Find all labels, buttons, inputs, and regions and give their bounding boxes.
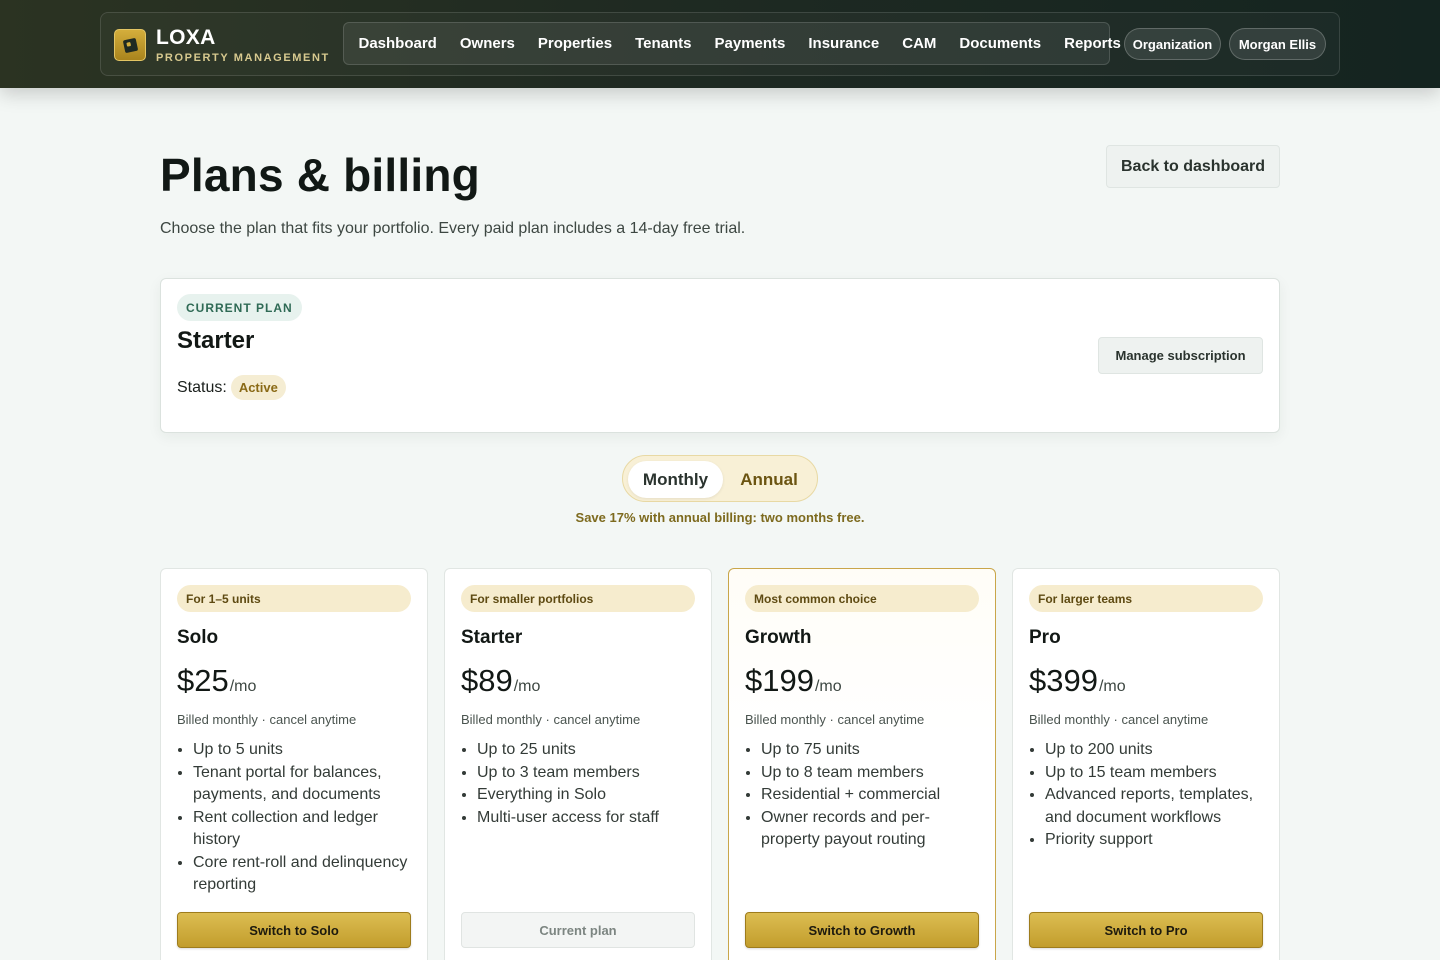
switch-to-pro-button[interactable]: Switch to Pro [1029, 912, 1263, 948]
plan-features: Up to 75 units Up to 8 team members Resi… [761, 739, 987, 852]
status-badge: Active [230, 375, 286, 400]
plan-billing-note: Billed monthly · cancel anytime [177, 712, 357, 727]
plan-features: Up to 5 units Tenant portal for balances… [193, 739, 419, 897]
plan-price: $199 /mo [745, 663, 842, 699]
back-to-dashboard-button[interactable]: Back to dashboard [1106, 145, 1280, 188]
feature-item: Owner records and per-property payout ro… [761, 807, 987, 852]
nav-item-properties[interactable]: Properties [526, 23, 623, 64]
price-period: /mo [1098, 678, 1126, 695]
feature-item: Multi-user access for staff [477, 807, 703, 830]
toggle-annual[interactable]: Annual [723, 461, 815, 498]
feature-item: Core rent-roll and delinquency reporting [193, 852, 419, 897]
plan-card-starter: For smaller portfolios Starter $89 /mo B… [444, 568, 712, 960]
nav-item-tenants[interactable]: Tenants [624, 23, 703, 64]
page-title: Plans & billing [160, 149, 480, 201]
top-navigation-bar: LOXA PROPERTY MANAGEMENT Dashboard Owner… [0, 0, 1440, 88]
price-period: /mo [229, 678, 257, 695]
plan-tag: Most common choice [745, 585, 979, 612]
nav-item-cam[interactable]: CAM [891, 23, 948, 64]
feature-item: Up to 8 team members [761, 762, 987, 785]
brand-logo[interactable]: LOXA PROPERTY MANAGEMENT [114, 25, 330, 64]
nav-item-reports[interactable]: Reports [1053, 23, 1133, 64]
plan-card-solo: For 1–5 units Solo $25 /mo Billed monthl… [160, 568, 428, 960]
current-plan-card: CURRENT PLAN Starter Status: Active Mana… [160, 278, 1280, 433]
plan-billing-note: Billed monthly · cancel anytime [1029, 712, 1209, 727]
feature-item: Up to 25 units [477, 739, 703, 762]
nav-item-owners[interactable]: Owners [448, 23, 526, 64]
logo-icon [114, 29, 146, 61]
plan-name: Starter [461, 627, 523, 648]
toggle-monthly[interactable]: Monthly [628, 461, 723, 498]
manage-subscription-button[interactable]: Manage subscription [1098, 337, 1263, 374]
plan-price: $89 /mo [461, 663, 540, 699]
switch-to-solo-button[interactable]: Switch to Solo [177, 912, 411, 948]
price-period: /mo [513, 678, 541, 695]
plan-billing-note: Billed monthly · cancel anytime [745, 712, 925, 727]
plan-billing-note: Billed monthly · cancel anytime [461, 712, 641, 727]
feature-item: Advanced reports, templates, and documen… [1045, 784, 1271, 829]
plan-tag: For larger teams [1029, 585, 1263, 612]
feature-item: Priority support [1045, 829, 1271, 852]
brand-subtitle: PROPERTY MANAGEMENT [156, 51, 330, 64]
current-plan-button: Current plan [461, 912, 695, 948]
nav-item-documents[interactable]: Documents [948, 23, 1053, 64]
annual-savings-note: Save 17% with annual billing: two months… [575, 510, 865, 525]
feature-item: Residential + commercial [761, 784, 987, 807]
plan-card-growth: Most common choice Growth $199 /mo Bille… [728, 568, 996, 960]
feature-item: Up to 200 units [1045, 739, 1271, 762]
nav-item-dashboard[interactable]: Dashboard [347, 23, 448, 64]
user-menu-button[interactable]: Morgan Ellis [1229, 28, 1326, 60]
plan-price: $399 /mo [1029, 663, 1126, 699]
current-plan-name: Starter [177, 327, 255, 354]
feature-item: Everything in Solo [477, 784, 703, 807]
plan-price: $25 /mo [177, 663, 256, 699]
price-period: /mo [814, 678, 842, 695]
current-plan-label: CURRENT PLAN [177, 294, 302, 321]
brand-name: LOXA [156, 25, 216, 49]
feature-item: Up to 3 team members [477, 762, 703, 785]
page-subtitle: Choose the plan that fits your portfolio… [160, 220, 746, 237]
status-label: Status: [177, 378, 227, 396]
plan-features: Up to 200 units Up to 15 team members Ad… [1045, 739, 1271, 852]
feature-item: Rent collection and ledger history [193, 807, 419, 852]
price-amount: $89 [461, 663, 513, 698]
switch-to-growth-button[interactable]: Switch to Growth [745, 912, 979, 948]
price-amount: $199 [745, 663, 814, 698]
feature-item: Up to 75 units [761, 739, 987, 762]
plan-features: Up to 25 units Up to 3 team members Ever… [477, 739, 703, 829]
plan-card-pro: For larger teams Pro $399 /mo Billed mon… [1012, 568, 1280, 960]
plan-name: Pro [1029, 627, 1061, 648]
feature-item: Tenant portal for balances, payments, an… [193, 762, 419, 807]
nav-item-insurance[interactable]: Insurance [797, 23, 891, 64]
plan-name: Solo [177, 627, 219, 648]
feature-item: Up to 15 team members [1045, 762, 1271, 785]
organization-button[interactable]: Organization [1124, 28, 1221, 60]
plan-tag: For smaller portfolios [461, 585, 695, 612]
plan-tag: For 1–5 units [177, 585, 411, 612]
price-amount: $399 [1029, 663, 1098, 698]
price-amount: $25 [177, 663, 229, 698]
nav-item-payments[interactable]: Payments [703, 23, 797, 64]
navigation-container: LOXA PROPERTY MANAGEMENT Dashboard Owner… [100, 12, 1340, 76]
feature-item: Up to 5 units [193, 739, 419, 762]
billing-period-toggle: Monthly Annual [622, 455, 818, 502]
current-plan-status: Status: Active [177, 375, 286, 400]
main-nav: Dashboard Owners Properties Tenants Paym… [343, 22, 1121, 65]
plan-name: Growth [745, 627, 812, 648]
